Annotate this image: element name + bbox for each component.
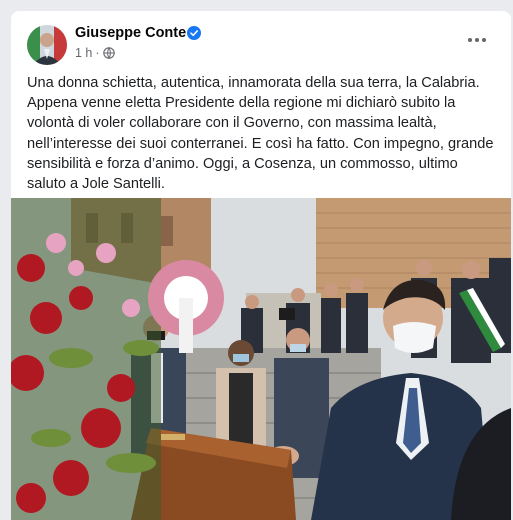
post-header: Giuseppe Conte 1 h · xyxy=(11,11,511,71)
verified-badge-icon xyxy=(187,26,201,40)
meta-separator: · xyxy=(95,46,100,60)
post-card: Giuseppe Conte 1 h · Una donna schietta,… xyxy=(11,11,511,520)
post-photo[interactable] xyxy=(11,198,511,520)
more-options-button[interactable] xyxy=(465,33,489,47)
globe-icon xyxy=(102,47,115,59)
post-text: Una donna schietta, autentica, innamorat… xyxy=(27,75,494,193)
more-options-icon xyxy=(468,38,486,42)
timestamp[interactable]: 1 h xyxy=(75,46,92,60)
post-meta: 1 h · xyxy=(75,46,115,60)
author-avatar[interactable] xyxy=(27,25,67,65)
author-name[interactable]: Giuseppe Conte xyxy=(75,25,186,41)
